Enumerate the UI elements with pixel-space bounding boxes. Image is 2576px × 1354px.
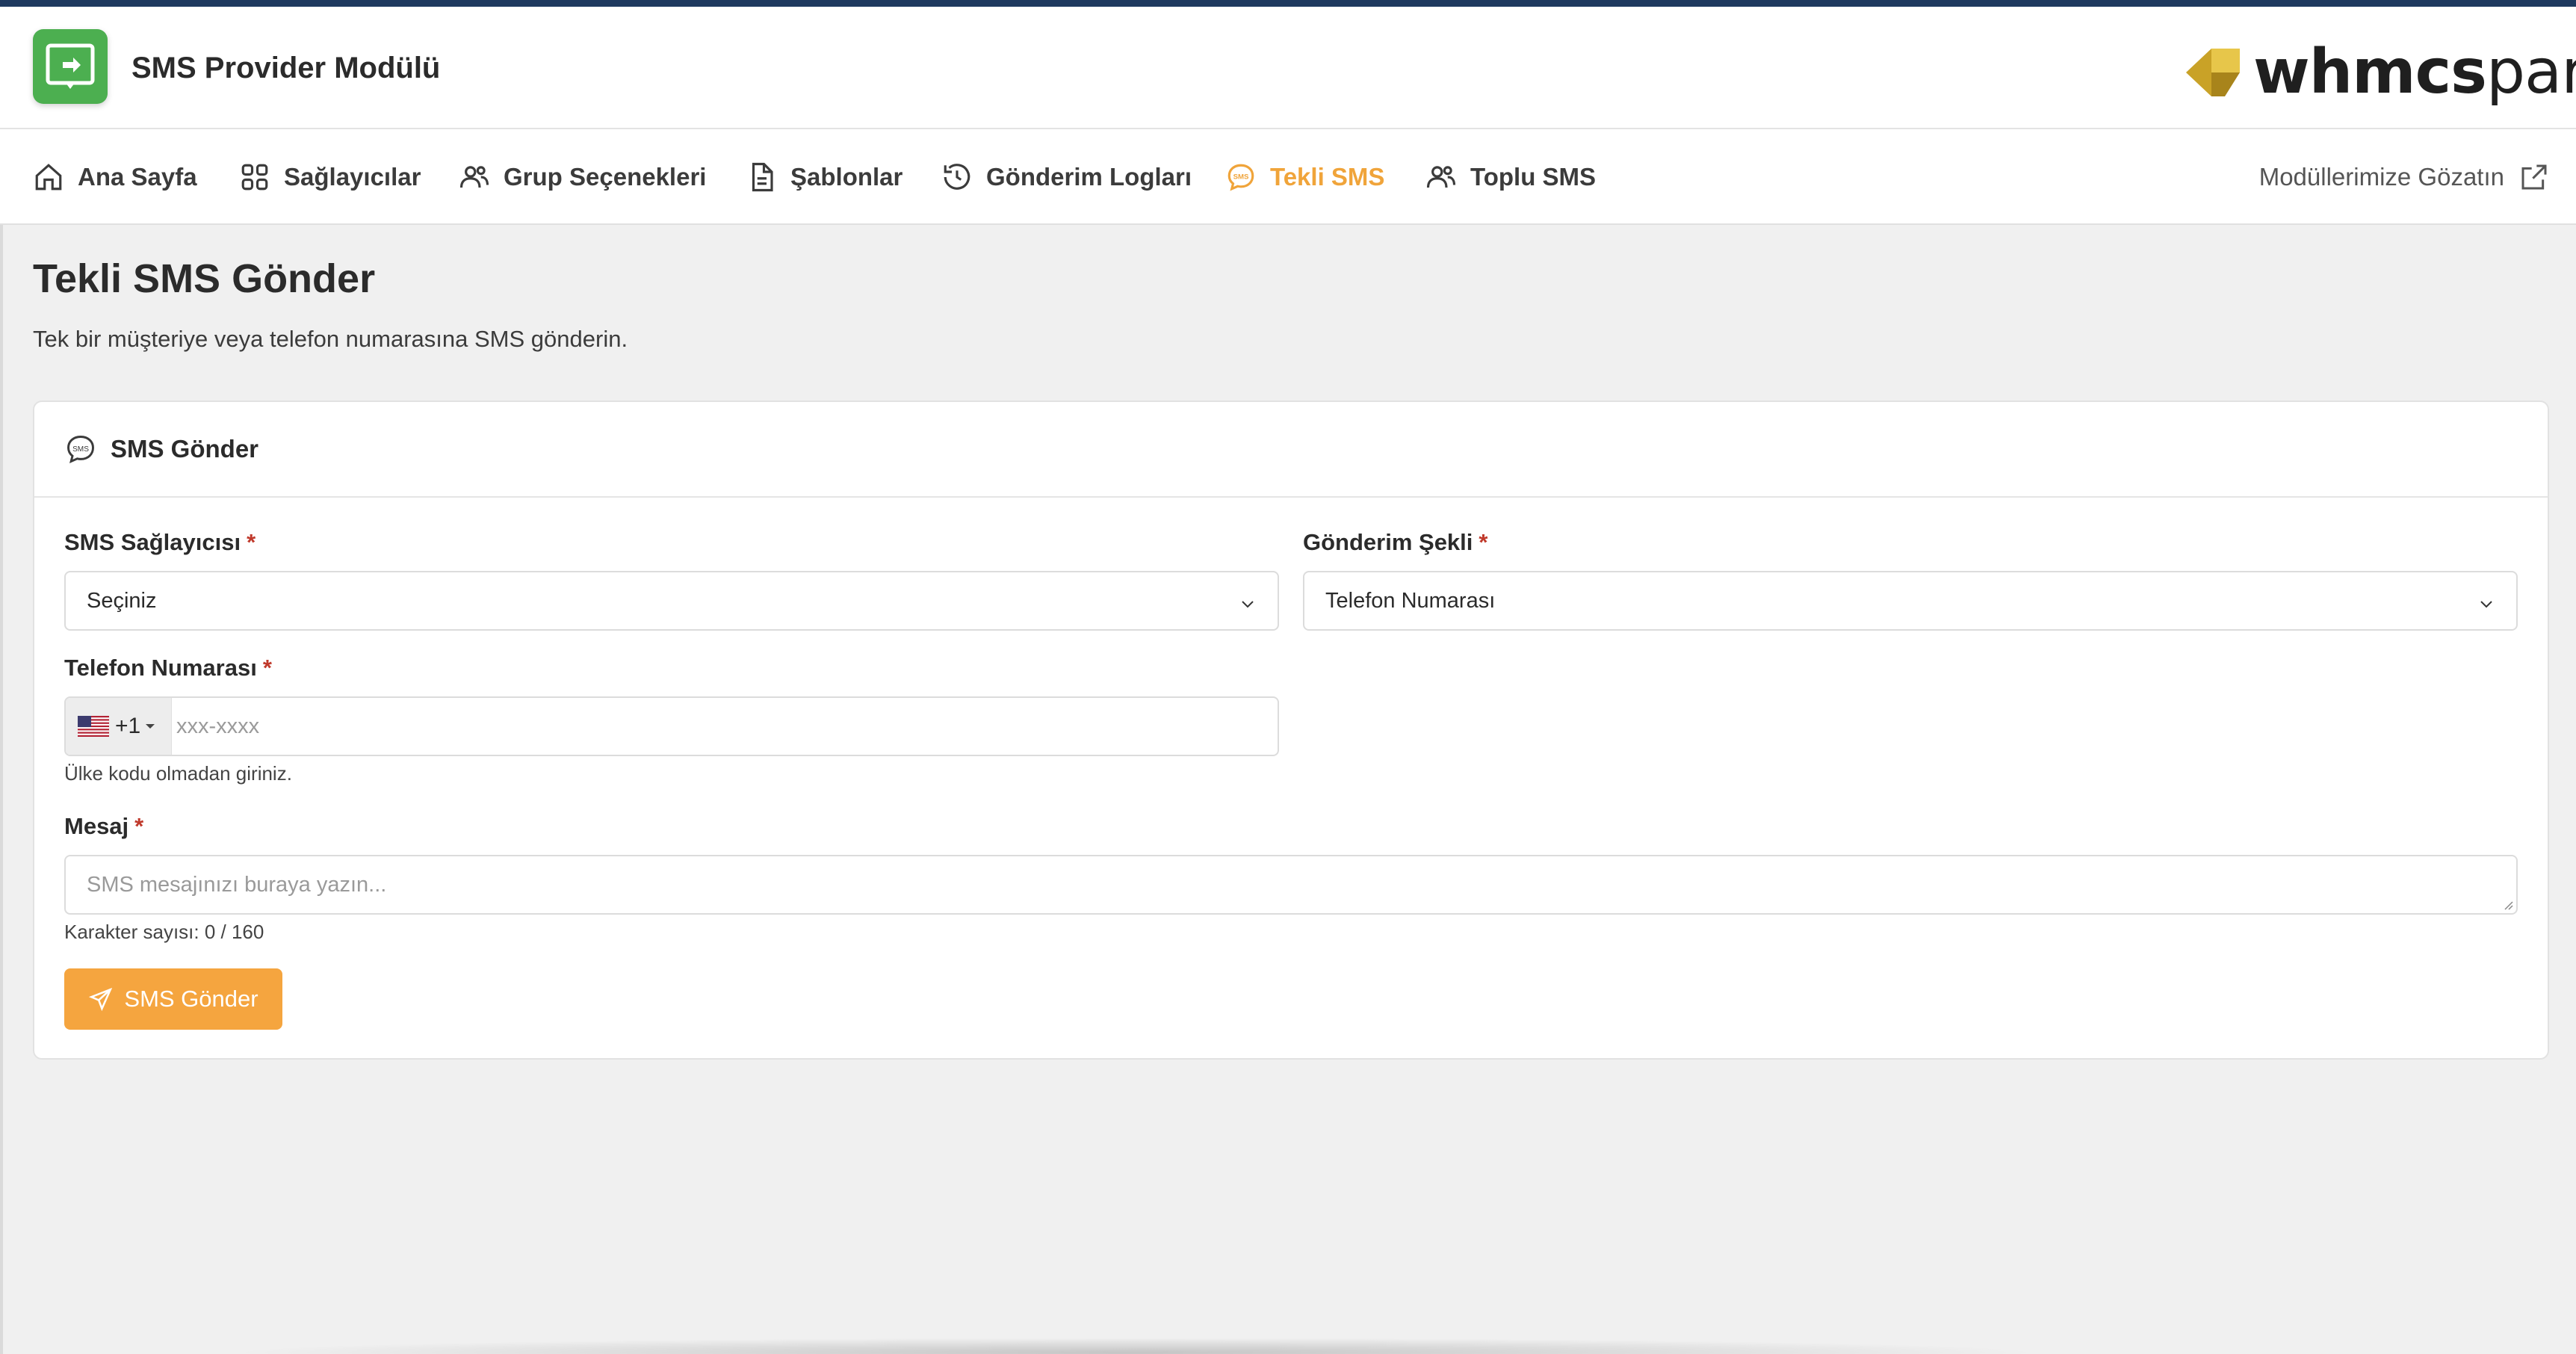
page-subtitle: Tek bir müşteriye veya telefon numarasın… bbox=[33, 326, 628, 352]
file-text-icon bbox=[752, 162, 773, 192]
required-mark: * bbox=[1479, 529, 1488, 555]
users-icon bbox=[1426, 166, 1456, 188]
send-icon bbox=[89, 987, 113, 1012]
send-sms-button[interactable]: SMS Gönder bbox=[64, 968, 282, 1030]
history-icon bbox=[944, 164, 970, 190]
required-mark: * bbox=[134, 813, 144, 839]
send-button-label: SMS Gönder bbox=[124, 986, 258, 1012]
page-title: Tekli SMS Gönder bbox=[33, 256, 376, 301]
message-placeholder: SMS mesajınızı buraya yazın... bbox=[87, 872, 387, 897]
bottom-shadow bbox=[224, 1338, 2047, 1354]
brand-mark-icon bbox=[2186, 49, 2240, 96]
nav-item-templates[interactable]: Şablonlar bbox=[746, 129, 902, 225]
app-header: SMS Provider Modülü whmcspark bbox=[0, 7, 2576, 129]
send-sms-card: SMS SMS Gönder SMS Sağlayıcısı * Seçiniz … bbox=[33, 401, 2549, 1060]
resize-handle-icon[interactable] bbox=[2501, 898, 2513, 910]
nav-item-groups[interactable]: Grup Seçenekleri bbox=[459, 129, 706, 225]
sms-icon: SMS bbox=[1227, 164, 1254, 191]
method-select-value: Telefon Numarası bbox=[1325, 588, 1496, 613]
phone-label-text: Telefon Numarası bbox=[64, 655, 257, 681]
message-label: Mesaj * bbox=[64, 813, 143, 840]
chevron-down-icon bbox=[2480, 601, 2492, 608]
home-icon bbox=[35, 164, 62, 191]
nav-item-bulk-sms[interactable]: Toplu SMS bbox=[1425, 129, 1596, 225]
nav-item-label: Sağlayıcılar bbox=[284, 163, 421, 191]
nav-item-label: Şablonlar bbox=[790, 163, 903, 191]
method-select[interactable]: Telefon Numarası bbox=[1303, 571, 2518, 631]
provider-select-value: Seçiniz bbox=[87, 588, 157, 613]
provider-label: SMS Sağlayıcısı * bbox=[64, 529, 256, 556]
brand-logo[interactable]: whmcspark bbox=[2180, 34, 2576, 108]
nav-item-providers[interactable]: Sağlayıcılar bbox=[239, 129, 421, 225]
brand-wordmark-light: park bbox=[2486, 37, 2576, 108]
external-link-icon bbox=[2521, 164, 2547, 190]
top-accent-bar bbox=[0, 0, 2576, 7]
browse-modules-link[interactable]: Modüllerimize Gözatın bbox=[2259, 129, 2549, 225]
required-mark: * bbox=[247, 529, 256, 555]
nav-item-label: Tekli SMS bbox=[1270, 163, 1385, 191]
svg-text:SMS: SMS bbox=[72, 445, 89, 454]
phone-hint: Ülke kodu olmadan giriniz. bbox=[64, 762, 292, 785]
provider-label-text: SMS Sağlayıcısı bbox=[64, 529, 241, 555]
message-label-text: Mesaj bbox=[64, 813, 129, 839]
nav-item-label: Gönderim Logları bbox=[986, 163, 1192, 191]
method-label-text: Gönderim Şekli bbox=[1303, 529, 1473, 555]
required-mark: * bbox=[262, 655, 272, 681]
provider-select[interactable]: Seçiniz bbox=[64, 571, 1279, 631]
message-textarea[interactable]: SMS mesajınızı buraya yazın... bbox=[64, 855, 2518, 915]
us-flag-icon bbox=[78, 716, 109, 737]
card-header: SMS SMS Gönder bbox=[34, 402, 2548, 498]
card-title: SMS Gönder bbox=[111, 435, 259, 463]
sms-icon: SMS bbox=[67, 436, 94, 464]
main-nav: Ana Sayfa Sağlayıcılar Grup Seçenekleri … bbox=[0, 129, 2576, 225]
nav-item-logs[interactable]: Gönderim Logları bbox=[941, 129, 1192, 225]
chevron-down-icon bbox=[1242, 601, 1254, 608]
app-title: SMS Provider Modülü bbox=[131, 52, 441, 84]
method-label: Gönderim Şekli * bbox=[1303, 529, 1487, 556]
grid-icon bbox=[241, 164, 268, 191]
brand-wordmark-bold: whmcs bbox=[2253, 37, 2487, 108]
phone-placeholder: xxx-xxxx bbox=[176, 714, 260, 738]
phone-input[interactable]: +1 xxx-xxxx bbox=[64, 696, 1279, 756]
browse-modules-label: Modüllerimize Gözatın bbox=[2258, 163, 2504, 191]
nav-item-home[interactable]: Ana Sayfa bbox=[33, 129, 197, 225]
nav-item-label: Ana Sayfa bbox=[78, 163, 197, 191]
nav-item-label: Toplu SMS bbox=[1470, 163, 1597, 191]
svg-text:SMS: SMS bbox=[1233, 173, 1249, 182]
app-logo-icon[interactable] bbox=[33, 29, 108, 104]
char-counter: Karakter sayısı: 0 / 160 bbox=[64, 921, 264, 943]
brand-wordmark: whmcspark bbox=[2253, 37, 2576, 108]
dial-code: +1 bbox=[115, 714, 141, 738]
caret-down-icon bbox=[146, 724, 155, 729]
country-code-selector[interactable]: +1 bbox=[66, 698, 172, 755]
users-icon bbox=[459, 166, 489, 188]
nav-item-label: Grup Seçenekleri bbox=[504, 163, 707, 191]
nav-item-single-sms[interactable]: SMS Tekli SMS bbox=[1225, 129, 1384, 225]
phone-label: Telefon Numarası * bbox=[64, 655, 272, 681]
